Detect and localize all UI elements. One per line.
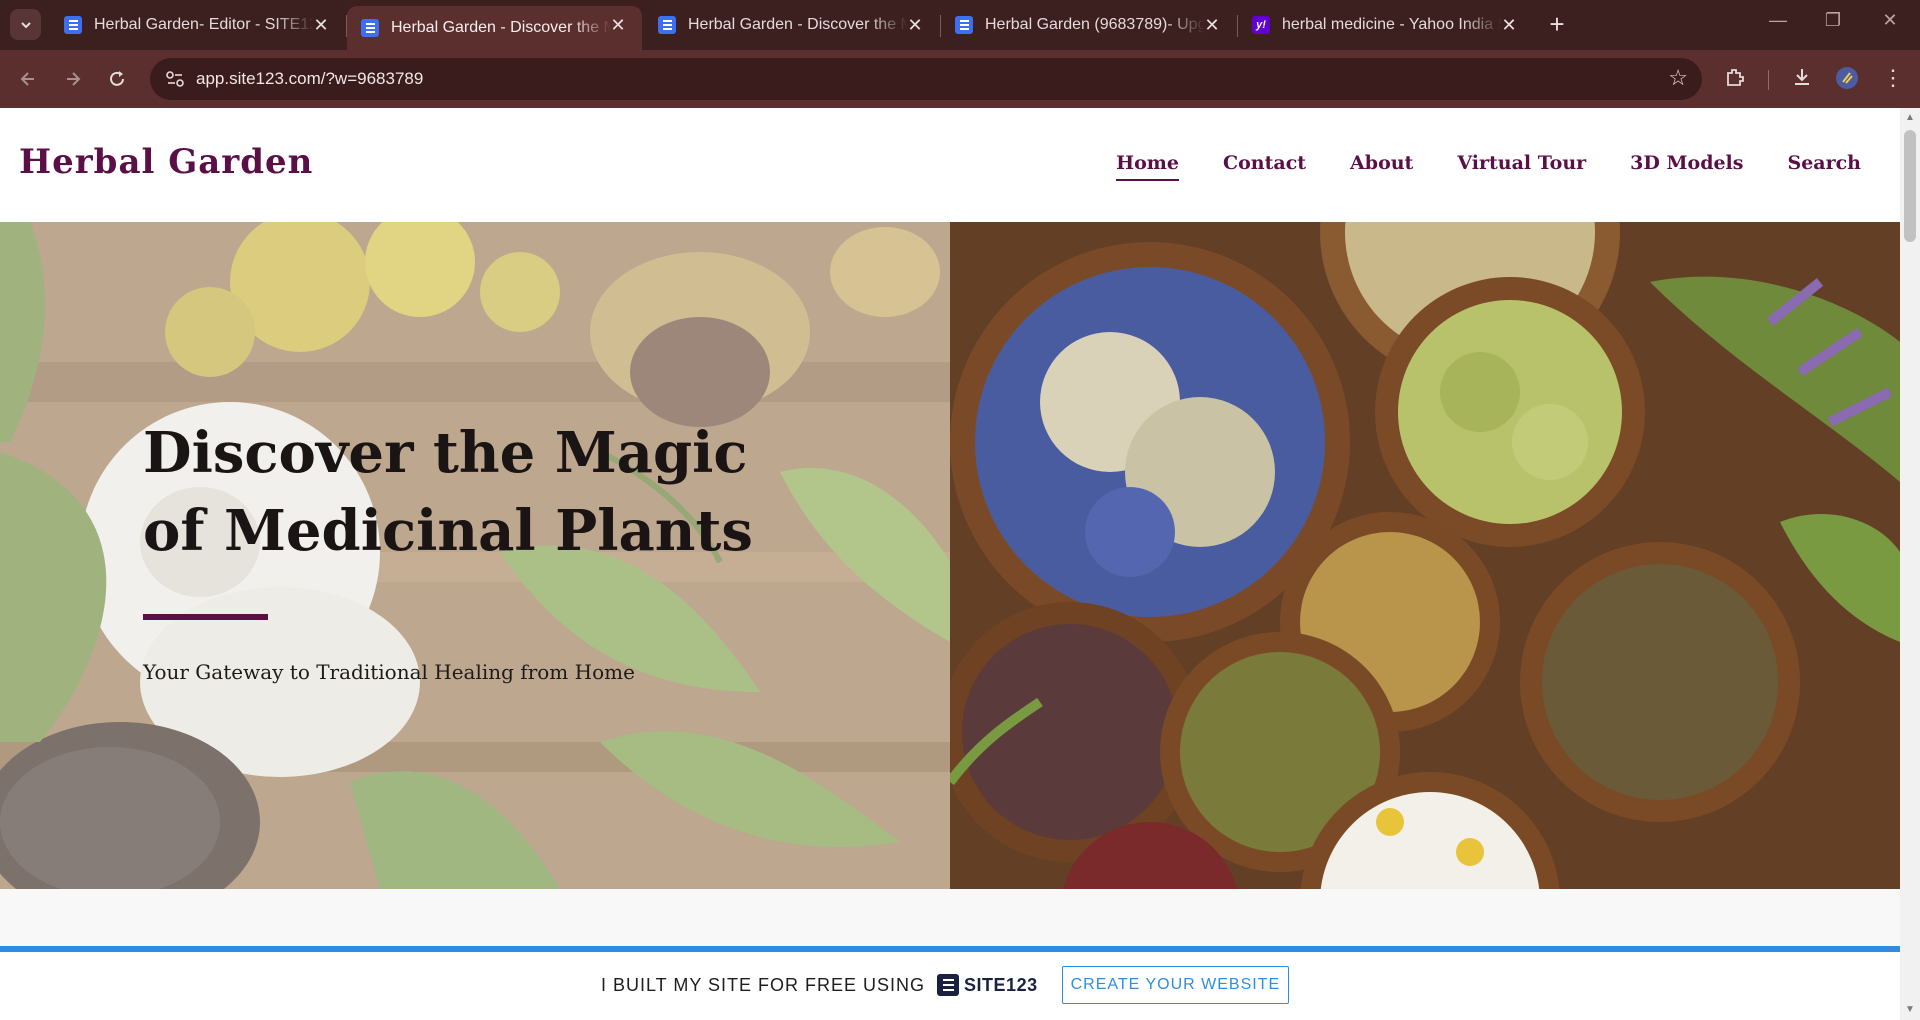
main-nav: Home Contact About Virtual Tour 3D Model… (1072, 152, 1861, 181)
site-header: Herbal Garden Home Contact About Virtual… (0, 108, 1900, 222)
browser-tab-5[interactable]: y! herbal medicine - Yahoo India Search … (1238, 6, 1533, 44)
tab-title: Herbal Garden- Editor - SITE123 (94, 16, 314, 33)
profile-avatar-icon[interactable] (1832, 65, 1862, 97)
browser-tab-1[interactable]: Herbal Garden- Editor - SITE123 ✕ (50, 6, 345, 44)
hero-section: Discover the Magic of Medicinal Plants Y… (0, 222, 1900, 889)
scroll-up-icon[interactable]: ▲ (1904, 112, 1916, 124)
reload-button[interactable] (104, 66, 130, 92)
browser-toolbar: app.site123.com/?w=9683789 ☆ ⋮ (0, 50, 1920, 108)
tab-title: Herbal Garden (9683789)- Upgrade (985, 16, 1205, 33)
site123-icon (64, 16, 82, 34)
site123-icon (658, 16, 676, 34)
close-icon[interactable]: ✕ (905, 15, 925, 35)
site-logo[interactable]: Herbal Garden (19, 142, 313, 182)
nav-contact[interactable]: Contact (1223, 152, 1306, 181)
extensions-icon[interactable] (1720, 65, 1750, 95)
site123-wordmark: SITE123 (964, 974, 1038, 995)
browser-tab-bar: Herbal Garden- Editor - SITE123 ✕ Herbal… (0, 0, 1920, 50)
tab-title: Herbal Garden - Discover the Magic of Me… (688, 16, 908, 33)
scrollbar-thumb[interactable] (1904, 130, 1916, 242)
nav-home[interactable]: Home (1116, 152, 1179, 181)
arrow-left-icon (20, 72, 34, 86)
web-page: Herbal Garden Home Contact About Virtual… (0, 108, 1900, 1020)
tab-title: Herbal Garden - Discover the Magic of Me… (391, 19, 611, 36)
forward-button[interactable] (60, 66, 86, 92)
hero-subtitle: Your Gateway to Traditional Healing from… (143, 660, 635, 684)
site123-icon (361, 19, 379, 37)
close-icon[interactable]: ✕ (608, 15, 628, 35)
close-icon[interactable]: ✕ (1499, 15, 1519, 35)
tab-title: herbal medicine - Yahoo India Search Res… (1282, 16, 1502, 33)
nav-3d-models[interactable]: 3D Models (1630, 152, 1743, 181)
nav-virtual-tour[interactable]: Virtual Tour (1457, 152, 1586, 181)
download-icon[interactable] (1787, 65, 1817, 95)
window-close-button[interactable]: ✕ (1870, 10, 1910, 31)
site123-promo-bar: I BUILT MY SITE FOR FREE USING SITE123 C… (0, 946, 1900, 1020)
minimize-button[interactable]: — (1758, 10, 1798, 31)
new-tab-button[interactable]: + (1544, 11, 1570, 38)
restore-button[interactable]: ❐ (1813, 10, 1853, 31)
promo-text: I BUILT MY SITE FOR FREE USING (601, 974, 926, 995)
site123-logo[interactable]: SITE123 (937, 974, 1038, 996)
url-text[interactable]: app.site123.com/?w=9683789 (196, 69, 423, 89)
site123-icon (937, 974, 960, 996)
browser-tab-4[interactable]: Herbal Garden (9683789)- Upgrade ✕ (941, 6, 1236, 44)
page-scrollbar[interactable]: ▲ ▼ (1900, 108, 1920, 1020)
site-info-icon[interactable] (162, 66, 188, 92)
bookmark-star-icon[interactable]: ☆ (1668, 65, 1688, 91)
menu-kebab-icon[interactable]: ⋮ (1878, 65, 1908, 91)
arrow-right-icon (67, 72, 81, 86)
reload-icon (110, 71, 124, 86)
scroll-down-icon[interactable]: ▼ (1904, 1004, 1916, 1016)
site123-icon (955, 16, 973, 34)
hero-title: Discover the Magic of Medicinal Plants (143, 420, 753, 564)
back-button[interactable] (15, 66, 41, 92)
close-icon[interactable]: ✕ (311, 15, 331, 35)
browser-tab-3[interactable]: Herbal Garden - Discover the Magic of Me… (644, 6, 939, 44)
browser-tab-2[interactable]: Herbal Garden - Discover the Magic of Me… (347, 6, 642, 50)
address-bar[interactable]: app.site123.com/?w=9683789 ☆ (150, 58, 1702, 100)
hero-image-herb-bowls (950, 222, 1900, 889)
tab-search-button[interactable] (10, 9, 41, 40)
chevron-down-icon (20, 21, 31, 28)
create-website-button[interactable]: CREATE YOUR WEBSITE (1061, 966, 1290, 1004)
nav-about[interactable]: About (1350, 152, 1413, 181)
hero-divider (143, 614, 268, 620)
nav-search[interactable]: Search (1787, 152, 1861, 181)
close-icon[interactable]: ✕ (1202, 15, 1222, 35)
yahoo-icon: y! (1252, 16, 1270, 34)
